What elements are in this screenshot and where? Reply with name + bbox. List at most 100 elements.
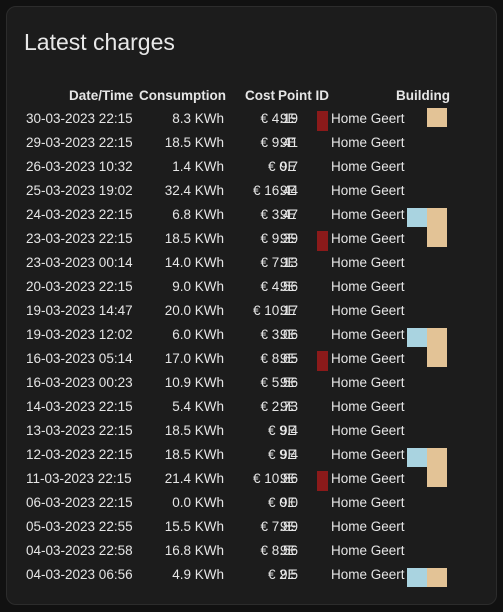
point-id-cell: 9E bbox=[280, 375, 297, 390]
table-row: 05-03-2023 22:55 15.5 KWh € 7.89 9E Home Gee… bbox=[7, 515, 498, 539]
datetime-cell: 05-03-2023 22:55 bbox=[26, 519, 133, 534]
table-row: 04-03-2023 22:58 16.8 KWh € 8.56 9E Home Gee… bbox=[7, 539, 498, 563]
table-row: 23-03-2023 22:15 18.5 KWh € 9.39 9E Home Gee… bbox=[7, 227, 498, 251]
building-cell: Home Geert bbox=[331, 399, 405, 414]
datetime-cell: 24-03-2023 22:15 bbox=[26, 207, 133, 222]
point-id-cell: 9E bbox=[280, 495, 297, 510]
consumption-cell: 15.5 KWh bbox=[164, 519, 224, 534]
table-row: 11-03-2023 22:15 21.4 KWh € 10.86 9E Home Ge… bbox=[7, 467, 498, 491]
header-cost: Cost bbox=[245, 88, 275, 103]
building-cell: Home Geert bbox=[331, 543, 405, 558]
table-row: 23-03-2023 00:14 14.0 KWh € 7.13 9E Home Gee… bbox=[7, 251, 498, 275]
datetime-cell: 06-03-2023 22:15 bbox=[26, 495, 133, 510]
datetime-cell: 25-03-2023 19:02 bbox=[26, 183, 133, 198]
datetime-cell: 30-03-2023 22:15 bbox=[26, 111, 133, 126]
building-cell: Home Geert bbox=[331, 519, 405, 534]
building-cell: Home Geert bbox=[331, 423, 405, 438]
tan-marker bbox=[427, 328, 447, 367]
datetime-cell: 20-03-2023 22:15 bbox=[26, 279, 133, 294]
table-row: 16-03-2023 00:23 10.9 KWh € 5.56 9E Home Gee… bbox=[7, 371, 498, 395]
header-point-id: Point ID bbox=[278, 88, 329, 103]
point-id-cell: 9E bbox=[280, 111, 297, 126]
building-cell: Home Geert bbox=[331, 351, 405, 366]
table-row: 19-03-2023 14:47 20.0 KWh € 10.17 9E Home Ge… bbox=[7, 299, 498, 323]
consumption-cell: 32.4 KWh bbox=[164, 183, 224, 198]
point-id-cell: 9E bbox=[280, 567, 297, 582]
building-cell: Home Geert bbox=[331, 207, 405, 222]
tan-marker bbox=[427, 448, 447, 487]
building-cell: Home Geert bbox=[331, 231, 405, 246]
red-marker bbox=[317, 111, 328, 131]
table-row: 25-03-2023 19:02 32.4 KWh € 16.44 9E Home Ge… bbox=[7, 179, 498, 203]
building-cell: Home Geert bbox=[331, 159, 405, 174]
point-id-cell: 9E bbox=[280, 327, 297, 342]
blue-marker bbox=[407, 448, 427, 467]
building-cell: Home Geert bbox=[331, 375, 405, 390]
point-id-cell: 9E bbox=[280, 231, 297, 246]
point-id-cell: 9E bbox=[280, 135, 297, 150]
tan-marker bbox=[427, 568, 447, 587]
consumption-cell: 4.9 KWh bbox=[172, 567, 224, 582]
point-id-cell: 9E bbox=[280, 159, 297, 174]
consumption-cell: 18.5 KWh bbox=[164, 447, 224, 462]
point-id-cell: 9E bbox=[280, 471, 297, 486]
consumption-cell: 14.0 KWh bbox=[164, 255, 224, 270]
blue-marker bbox=[407, 328, 427, 347]
tan-marker bbox=[427, 208, 447, 247]
consumption-cell: 18.5 KWh bbox=[164, 135, 224, 150]
point-id-cell: 9E bbox=[280, 447, 297, 462]
building-cell: Home Geert bbox=[331, 279, 405, 294]
consumption-cell: 0.0 KWh bbox=[172, 495, 224, 510]
building-cell: Home Geert bbox=[331, 135, 405, 150]
table-row: 16-03-2023 05:14 17.0 KWh € 8.65 9E Home Gee… bbox=[7, 347, 498, 371]
header-consumption: Consumption bbox=[139, 88, 226, 103]
table-row: 26-03-2023 10:32 1.4 KWh € 0.7 9E Home Geert bbox=[7, 155, 498, 179]
card-title: Latest charges bbox=[24, 29, 175, 55]
latest-charges-card: Latest charges Date/Time Consumption Cos… bbox=[6, 6, 497, 605]
point-id-cell: 9E bbox=[280, 279, 297, 294]
point-id-cell: 9E bbox=[280, 423, 297, 438]
table-row: 20-03-2023 22:15 9.0 KWh € 4.56 9E Home Geer… bbox=[7, 275, 498, 299]
consumption-cell: 6.0 KWh bbox=[172, 327, 224, 342]
blue-marker bbox=[407, 568, 427, 587]
building-cell: Home Geert bbox=[331, 447, 405, 462]
datetime-cell: 12-03-2023 22:15 bbox=[26, 447, 133, 462]
datetime-cell: 04-03-2023 06:56 bbox=[26, 567, 133, 582]
header-datetime: Date/Time bbox=[69, 88, 134, 103]
table-row: 30-03-2023 22:15 8.3 KWh € 4.19 9E Home Geer… bbox=[7, 107, 498, 131]
datetime-cell: 29-03-2023 22:15 bbox=[26, 135, 133, 150]
tan-marker bbox=[427, 108, 447, 127]
red-marker bbox=[317, 351, 328, 371]
point-id-cell: 9E bbox=[280, 399, 297, 414]
datetime-cell: 13-03-2023 22:15 bbox=[26, 423, 133, 438]
consumption-cell: 21.4 KWh bbox=[164, 471, 224, 486]
point-id-cell: 9E bbox=[280, 519, 297, 534]
datetime-cell: 16-03-2023 00:23 bbox=[26, 375, 133, 390]
building-cell: Home Geert bbox=[331, 495, 405, 510]
header-building: Building bbox=[396, 88, 450, 103]
point-id-cell: 9E bbox=[280, 543, 297, 558]
datetime-cell: 23-03-2023 00:14 bbox=[26, 255, 133, 270]
building-cell: Home Geert bbox=[331, 303, 405, 318]
red-marker bbox=[317, 471, 328, 491]
table-row: 06-03-2023 22:15 0.0 KWh € 0.0 9E Home Geert bbox=[7, 491, 498, 515]
consumption-cell: 5.4 KWh bbox=[172, 399, 224, 414]
datetime-cell: 23-03-2023 22:15 bbox=[26, 231, 133, 246]
red-marker bbox=[317, 231, 328, 251]
consumption-cell: 18.5 KWh bbox=[164, 231, 224, 246]
table-row: 29-03-2023 22:15 18.5 KWh € 9.41 9E Home Gee… bbox=[7, 131, 498, 155]
datetime-cell: 11-03-2023 22:15 bbox=[26, 471, 132, 486]
datetime-cell: 14-03-2023 22:15 bbox=[26, 399, 133, 414]
datetime-cell: 26-03-2023 10:32 bbox=[26, 159, 133, 174]
consumption-cell: 6.8 KWh bbox=[172, 207, 224, 222]
building-cell: Home Geert bbox=[331, 567, 405, 582]
point-id-cell: 9E bbox=[280, 255, 297, 270]
blue-marker bbox=[407, 208, 427, 227]
building-cell: Home Geert bbox=[331, 255, 405, 270]
consumption-cell: 20.0 KWh bbox=[164, 303, 224, 318]
consumption-cell: 1.4 KWh bbox=[172, 159, 224, 174]
consumption-cell: 8.3 KWh bbox=[172, 111, 224, 126]
datetime-cell: 04-03-2023 22:58 bbox=[26, 543, 133, 558]
consumption-cell: 10.9 KWh bbox=[164, 375, 224, 390]
datetime-cell: 19-03-2023 14:47 bbox=[26, 303, 133, 318]
